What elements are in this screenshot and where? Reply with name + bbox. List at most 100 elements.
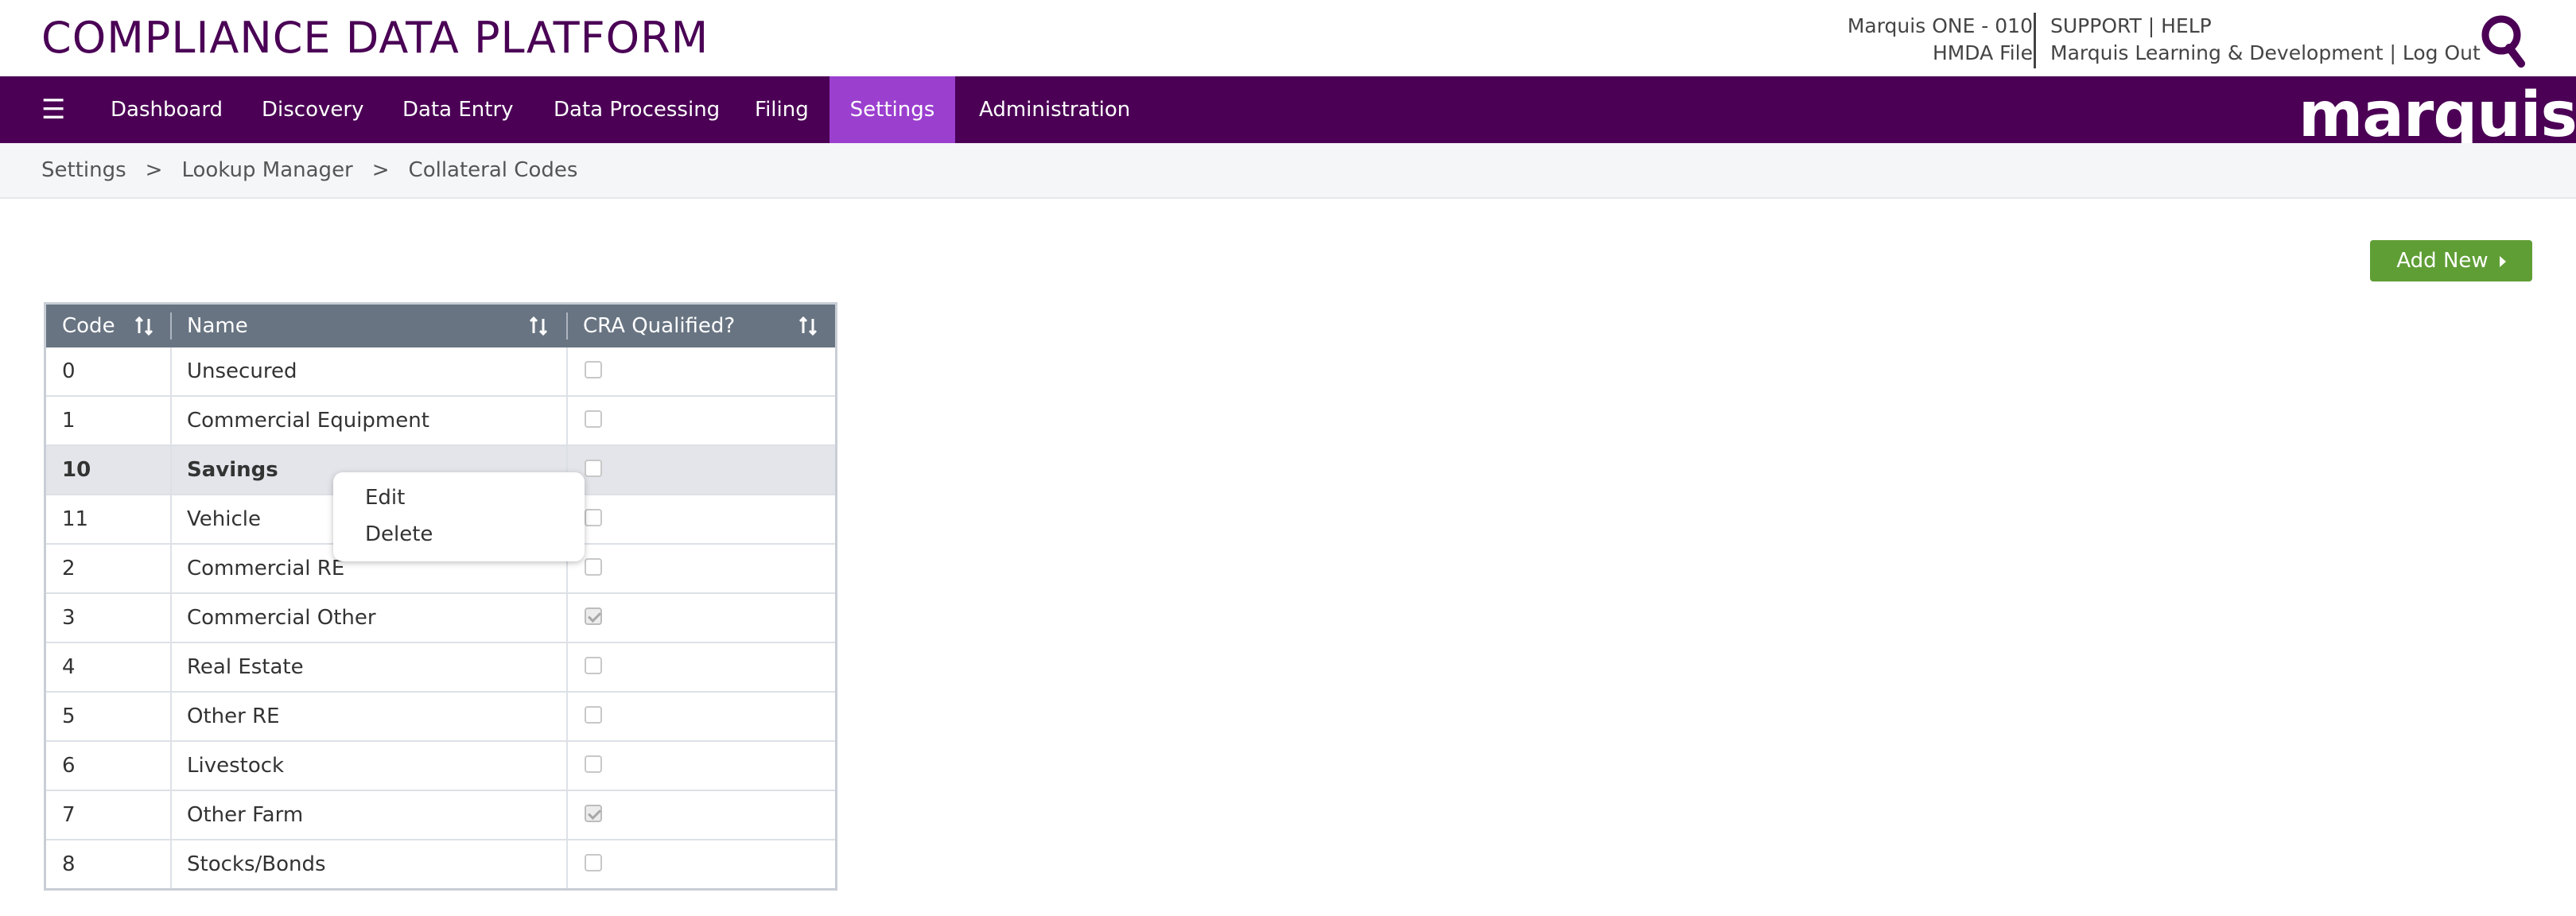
name-cell: Other Farm <box>187 803 304 827</box>
table-row[interactable]: 8 Stocks/Bonds <box>46 840 835 888</box>
column-divider <box>566 693 568 740</box>
name-cell: Other RE <box>187 704 280 728</box>
name-cell: Stocks/Bonds <box>187 852 326 876</box>
nav-data-entry[interactable]: Data Entry <box>379 76 538 143</box>
marquis-logo: marquis <box>2298 80 2576 151</box>
breadcrumb-settings[interactable]: Settings <box>41 158 126 182</box>
column-divider <box>170 643 172 691</box>
nav-administration[interactable]: Administration <box>955 76 1154 143</box>
code-cell: 3 <box>62 606 76 630</box>
app-title: COMPLIANCE DATA PLATFORM <box>41 13 709 63</box>
table-row[interactable]: 7 Other Farm <box>46 791 835 840</box>
nav-discovery[interactable]: Discovery <box>238 76 387 143</box>
code-cell: 10 <box>62 458 91 482</box>
nav-filing[interactable]: Filing <box>731 76 833 143</box>
main-nav: ☰ Dashboard Discovery Data Entry Data Pr… <box>0 76 2576 143</box>
code-cell: 1 <box>62 409 76 433</box>
name-cell: Commercial Equipment <box>187 409 429 433</box>
name-cell: Commercial Other <box>187 606 376 630</box>
name-cell: Livestock <box>187 754 285 778</box>
sort-icon[interactable] <box>798 316 818 336</box>
learning-logout-links[interactable]: Marquis Learning & Development | Log Out <box>2050 40 2481 67</box>
table-row[interactable]: 0 Unsecured <box>46 347 835 397</box>
table-header: Code Name CRA Qualified? <box>46 305 835 347</box>
top-header: COMPLIANCE DATA PLATFORM Marquis ONE - 0… <box>0 0 2576 76</box>
table-row[interactable]: 1 Commercial Equipment <box>46 397 835 446</box>
column-divider <box>566 312 568 340</box>
hamburger-icon[interactable]: ☰ <box>41 76 65 143</box>
sort-icon[interactable] <box>528 316 549 336</box>
breadcrumb-separator: > <box>371 158 390 182</box>
table-row[interactable]: 4 Real Estate <box>46 643 835 693</box>
cra-checkbox-checked[interactable] <box>585 805 602 822</box>
breadcrumb-collateral-codes: Collateral Codes <box>408 158 578 182</box>
nav-settings[interactable]: Settings <box>830 76 955 143</box>
header-divider <box>2034 13 2036 68</box>
column-header-cra[interactable]: CRA Qualified? <box>583 305 735 347</box>
breadcrumb: Settings > Lookup Manager > Collateral Codes <box>41 143 577 197</box>
collateral-codes-table: Code Name CRA Qualified? 0 Unsecured 1 C… <box>44 302 837 891</box>
name-cell: Real Estate <box>187 655 304 679</box>
nav-dashboard[interactable]: Dashboard <box>87 76 247 143</box>
column-divider <box>566 397 568 444</box>
cra-checkbox[interactable] <box>585 361 602 378</box>
code-cell: 11 <box>62 507 89 531</box>
add-new-label: Add New <box>2396 249 2489 273</box>
name-cell: Vehicle <box>187 507 261 531</box>
cra-checkbox[interactable] <box>585 854 602 871</box>
cra-checkbox[interactable] <box>585 410 602 428</box>
column-divider <box>170 742 172 790</box>
cra-checkbox[interactable] <box>585 657 602 674</box>
column-header-code[interactable]: Code <box>62 305 115 347</box>
search-icon[interactable] <box>2477 13 2527 68</box>
column-divider <box>566 643 568 691</box>
account-info: Marquis ONE - 010 HMDA File <box>1847 13 2033 67</box>
column-divider <box>170 693 172 740</box>
breadcrumb-bar: Settings > Lookup Manager > Collateral Codes <box>0 143 2576 199</box>
name-cell: Unsecured <box>187 359 297 383</box>
column-header-name[interactable]: Name <box>187 305 248 347</box>
column-divider <box>170 791 172 839</box>
code-cell: 8 <box>62 852 76 876</box>
cra-checkbox[interactable] <box>585 509 602 526</box>
table-row[interactable]: 3 Commercial Other <box>46 594 835 643</box>
support-help-links[interactable]: SUPPORT | HELP <box>2050 13 2481 40</box>
code-cell: 0 <box>62 359 76 383</box>
breadcrumb-separator: > <box>145 158 163 182</box>
column-divider <box>566 791 568 839</box>
nav-data-processing[interactable]: Data Processing <box>530 76 744 143</box>
add-new-button[interactable]: Add New <box>2370 240 2532 281</box>
caret-right-icon <box>2499 255 2506 267</box>
breadcrumb-lookup-manager[interactable]: Lookup Manager <box>181 158 352 182</box>
context-menu-delete[interactable]: Delete <box>365 518 433 550</box>
code-cell: 4 <box>62 655 76 679</box>
name-cell: Savings <box>187 458 278 482</box>
code-cell: 7 <box>62 803 76 827</box>
code-cell: 5 <box>62 704 76 728</box>
row-context-menu: Edit Delete <box>333 472 585 561</box>
cra-checkbox[interactable] <box>585 558 602 576</box>
header-links: SUPPORT | HELP Marquis Learning & Develo… <box>2050 13 2481 67</box>
cra-checkbox[interactable] <box>585 706 602 724</box>
table-row[interactable]: 6 Livestock <box>46 742 835 791</box>
column-divider <box>566 594 568 642</box>
column-divider <box>170 545 172 592</box>
column-divider <box>170 397 172 444</box>
cra-checkbox[interactable] <box>585 755 602 773</box>
file-name[interactable]: HMDA File <box>1847 40 2033 67</box>
cra-checkbox-checked[interactable] <box>585 607 602 625</box>
column-divider <box>170 446 172 494</box>
column-divider <box>566 347 568 395</box>
column-divider <box>170 312 172 340</box>
sort-icon[interactable] <box>134 316 154 336</box>
account-name[interactable]: Marquis ONE - 010 <box>1847 13 2033 40</box>
table-row[interactable]: 5 Other RE <box>46 693 835 742</box>
code-cell: 2 <box>62 557 76 580</box>
cra-checkbox[interactable] <box>585 460 602 477</box>
column-divider <box>170 495 172 543</box>
code-cell: 6 <box>62 754 76 778</box>
context-menu-edit[interactable]: Edit <box>365 482 405 514</box>
column-divider <box>170 347 172 395</box>
column-divider <box>566 840 568 888</box>
column-divider <box>170 840 172 888</box>
